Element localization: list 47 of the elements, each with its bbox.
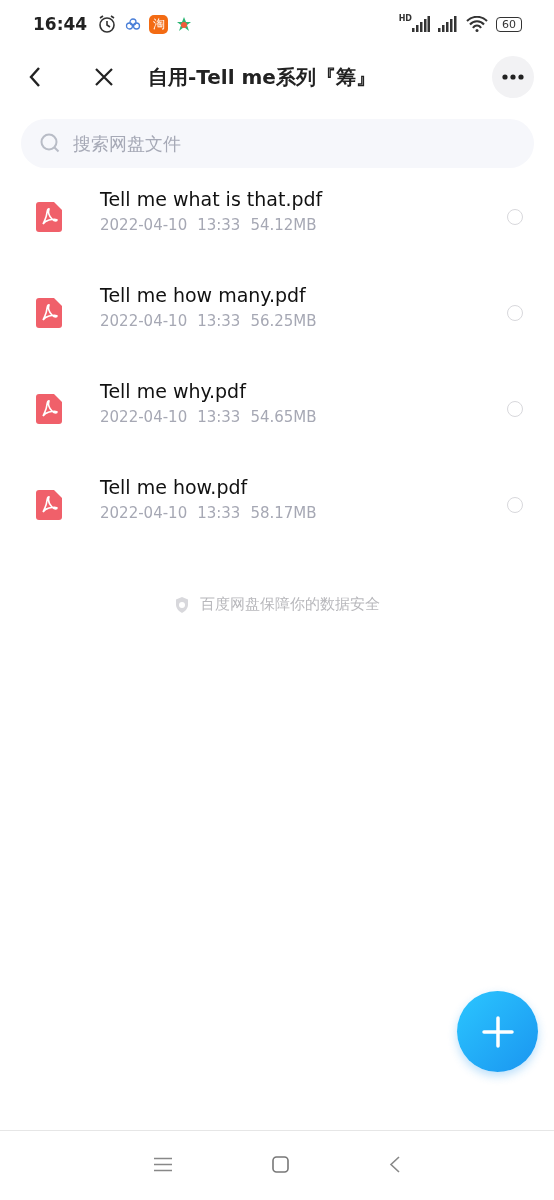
- file-size: 54.65MB: [250, 408, 317, 426]
- alarm-clock-icon: [97, 14, 118, 34]
- file-date: 2022-04-10: [100, 312, 188, 330]
- file-size: 54.12MB: [250, 216, 317, 234]
- close-icon: [94, 67, 114, 87]
- network-label: HD: [398, 14, 412, 23]
- security-note: 百度网盘保障你的数据安全: [200, 595, 380, 614]
- window-title: 自用-Tell me系列『筹』: [148, 63, 377, 91]
- pdf-file-icon: [36, 202, 62, 232]
- file-name: Tell me how.pdf: [100, 476, 249, 498]
- file-date: 2022-04-10: [100, 216, 188, 234]
- pdf-file-icon: [36, 298, 62, 328]
- signal-icon: [438, 16, 458, 32]
- file-item[interactable]: Tell me why.pdf 2022-04-10 13:33 54.65MB: [0, 361, 554, 457]
- signal-icon: [412, 16, 430, 32]
- file-size: 58.17MB: [250, 504, 317, 522]
- file-time: 13:33: [197, 408, 241, 426]
- app-icon: 淘: [149, 14, 169, 34]
- file-time: 13:33: [197, 216, 241, 234]
- pdf-file-icon: [36, 394, 62, 424]
- file-time: 13:33: [197, 504, 241, 522]
- home-icon[interactable]: [271, 1156, 289, 1173]
- file-date: 2022-04-10: [100, 408, 188, 426]
- file-name: Tell me why.pdf: [100, 380, 248, 402]
- file-name: Tell me what is that.pdf: [100, 188, 324, 210]
- plus-icon: [481, 1015, 514, 1048]
- file-item[interactable]: Tell me what is that.pdf 2022-04-10 13:33 54.12MB: [0, 169, 554, 265]
- cloud-icon: [125, 17, 142, 31]
- shield-icon: [174, 595, 190, 614]
- file-name: Tell me how many.pdf: [100, 284, 307, 306]
- file-time: 13:33: [197, 312, 241, 330]
- chevron-left-icon: [28, 66, 42, 88]
- file-size: 56.25MB: [250, 312, 317, 330]
- wifi-icon: [466, 16, 488, 32]
- menu-icon[interactable]: [153, 1157, 172, 1172]
- more-button[interactable]: [492, 56, 534, 98]
- pdf-file-icon: [36, 490, 62, 520]
- file-item[interactable]: Tell me how.pdf 2022-04-10 13:33 58.17MB: [0, 457, 554, 553]
- battery-level: 60: [496, 16, 522, 32]
- status-time: 16:44: [33, 14, 88, 34]
- add-button[interactable]: [457, 991, 538, 1072]
- more-icon: [502, 74, 524, 80]
- back-icon[interactable]: [388, 1156, 401, 1173]
- file-item[interactable]: Tell me how many.pdf 2022-04-10 13:33 56.25MB: [0, 265, 554, 361]
- star-app-icon: [176, 16, 193, 32]
- file-date: 2022-04-10: [100, 504, 188, 522]
- search-field[interactable]: 搜索网盘文件: [21, 119, 534, 168]
